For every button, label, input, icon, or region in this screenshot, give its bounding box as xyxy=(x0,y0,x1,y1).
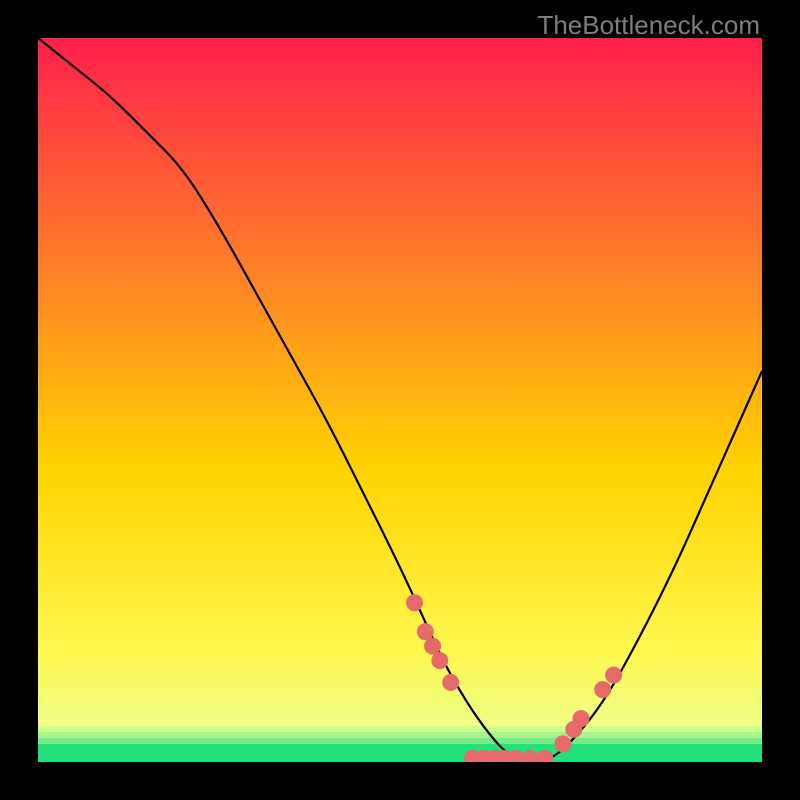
scatter-points xyxy=(406,594,622,762)
chart-frame: TheBottleneck.com xyxy=(0,0,800,800)
scatter-point xyxy=(424,638,441,655)
watermark-text: TheBottleneck.com xyxy=(537,10,760,41)
scatter-point xyxy=(522,750,539,762)
scatter-point xyxy=(431,652,448,669)
scatter-point xyxy=(605,667,622,684)
bottleneck-curve xyxy=(38,38,762,762)
scatter-point xyxy=(573,710,590,727)
scatter-point xyxy=(442,674,459,691)
scatter-point xyxy=(594,681,611,698)
plot-area xyxy=(38,38,762,762)
scatter-point xyxy=(417,623,434,640)
scatter-point xyxy=(536,750,553,762)
scatter-point xyxy=(406,594,423,611)
scatter-point xyxy=(554,735,571,752)
